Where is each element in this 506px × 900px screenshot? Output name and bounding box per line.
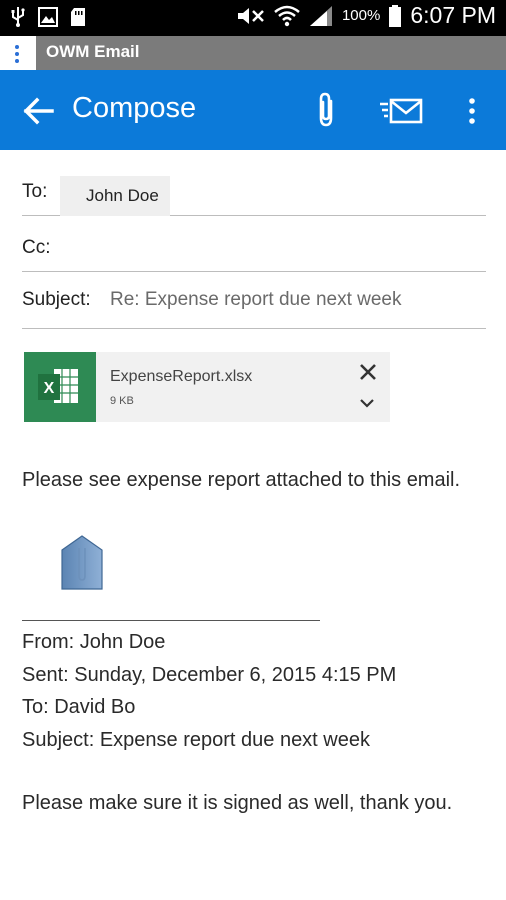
image-icon bbox=[38, 7, 58, 27]
status-right-icons: 100% 6:07 PM bbox=[236, 2, 496, 29]
back-icon[interactable] bbox=[22, 94, 56, 128]
app-title-bar: OWM Email bbox=[0, 36, 506, 70]
send-icon[interactable] bbox=[378, 96, 424, 126]
signal-icon bbox=[309, 5, 332, 26]
quoted-from: From: John Doe bbox=[22, 631, 166, 653]
app-menu-icon[interactable] bbox=[0, 36, 36, 70]
compose-toolbar: Compose bbox=[0, 70, 506, 150]
quoted-to: To: David Bo bbox=[22, 696, 136, 718]
close-icon[interactable] bbox=[358, 362, 378, 382]
cc-field[interactable]: Cc: bbox=[22, 216, 486, 272]
quoted-header: From: John Doe Sent: Sunday, December 6,… bbox=[22, 626, 484, 756]
clock: 6:07 PM bbox=[410, 2, 496, 28]
svg-text:X: X bbox=[44, 380, 55, 397]
battery-percent: 100% bbox=[341, 7, 381, 24]
chevron-down-icon[interactable] bbox=[358, 396, 376, 410]
usb-icon bbox=[11, 7, 25, 27]
excel-icon: X bbox=[24, 352, 96, 422]
status-left-icons bbox=[10, 6, 86, 28]
attachment-clip-icon bbox=[61, 535, 103, 590]
to-label: To: bbox=[22, 181, 48, 202]
toolbar-title: Compose bbox=[72, 92, 197, 124]
subject-label: Subject: bbox=[22, 289, 91, 310]
quoted-subject: Subject: Expense report due next week bbox=[22, 728, 370, 751]
attachment-card[interactable]: X ExpenseReport.xlsx 9 KB bbox=[24, 352, 390, 422]
to-field[interactable]: To: John Doe bbox=[22, 150, 486, 216]
quoted-sent: Sent: Sunday, December 6, 2015 4:15 PM bbox=[22, 663, 397, 686]
attach-icon[interactable] bbox=[312, 92, 342, 128]
more-icon[interactable] bbox=[460, 94, 480, 128]
app-title: OWM Email bbox=[46, 42, 140, 61]
reply-divider bbox=[22, 620, 320, 621]
sd-card-icon bbox=[71, 8, 85, 26]
subject-field[interactable]: Subject: Re: Expense report due next wee… bbox=[22, 272, 486, 329]
attachment-filename: ExpenseReport.xlsx bbox=[110, 368, 253, 385]
subject-input[interactable]: Re: Expense report due next week bbox=[110, 289, 402, 311]
recipient-chip[interactable]: John Doe bbox=[60, 176, 170, 216]
status-bar: 100% 6:07 PM bbox=[0, 0, 506, 36]
cc-label: Cc: bbox=[22, 237, 51, 258]
attachment-size: 9 KB bbox=[110, 395, 134, 407]
mute-icon bbox=[237, 7, 264, 24]
message-body[interactable]: Please see expense report attached to th… bbox=[22, 464, 484, 497]
original-message: Please make sure it is signed as well, t… bbox=[22, 792, 453, 814]
battery-icon bbox=[389, 4, 402, 27]
wifi-icon bbox=[274, 5, 300, 26]
